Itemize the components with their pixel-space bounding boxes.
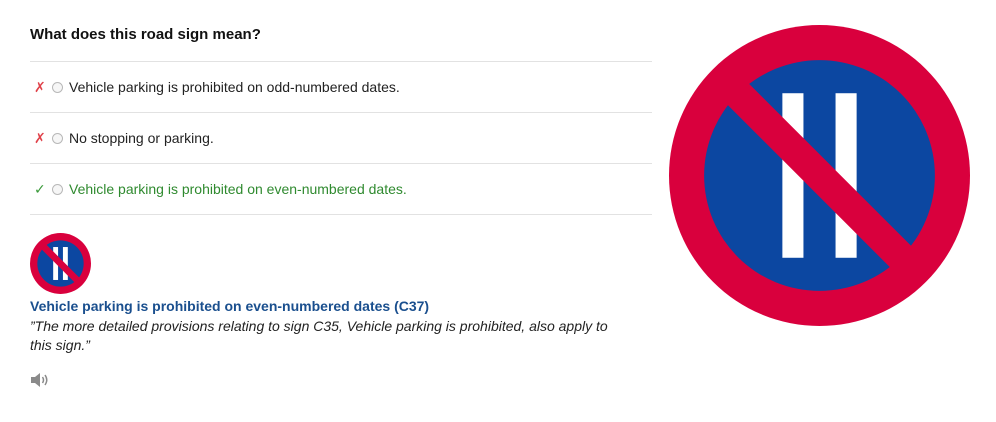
- answer-option[interactable]: ✗ No stopping or parking.: [30, 113, 652, 164]
- answer-options: ✗ Vehicle parking is prohibited on odd-n…: [30, 61, 652, 215]
- speaker-icon[interactable]: [30, 371, 50, 389]
- radio-button[interactable]: [52, 81, 63, 93]
- option-label: Vehicle parking is prohibited on even-nu…: [69, 181, 407, 197]
- radio-button[interactable]: [52, 132, 63, 144]
- sign-description: ”The more detailed provisions relating t…: [30, 318, 608, 353]
- option-label: No stopping or parking.: [69, 130, 214, 146]
- answer-option[interactable]: ✗ Vehicle parking is prohibited on odd-n…: [30, 62, 652, 113]
- radio-button[interactable]: [52, 183, 63, 195]
- wrong-mark-icon: ✗: [34, 78, 46, 95]
- wrong-mark-icon: ✗: [34, 129, 46, 146]
- road-sign-thumbnail-icon: [30, 233, 91, 294]
- sign-title: Vehicle parking is prohibited on even-nu…: [30, 298, 430, 314]
- road-sign-image-icon: [669, 25, 970, 326]
- answer-option-correct[interactable]: ✓ Vehicle parking is prohibited on even-…: [30, 164, 652, 215]
- question-text: What does this road sign mean?: [30, 26, 261, 43]
- check-mark-icon: ✓: [34, 180, 46, 197]
- explanation-panel: Vehicle parking is prohibited on even-nu…: [30, 233, 652, 355]
- quiz-page: What does this road sign mean? ✗ Vehicle…: [0, 0, 996, 422]
- option-label: Vehicle parking is prohibited on odd-num…: [69, 79, 400, 95]
